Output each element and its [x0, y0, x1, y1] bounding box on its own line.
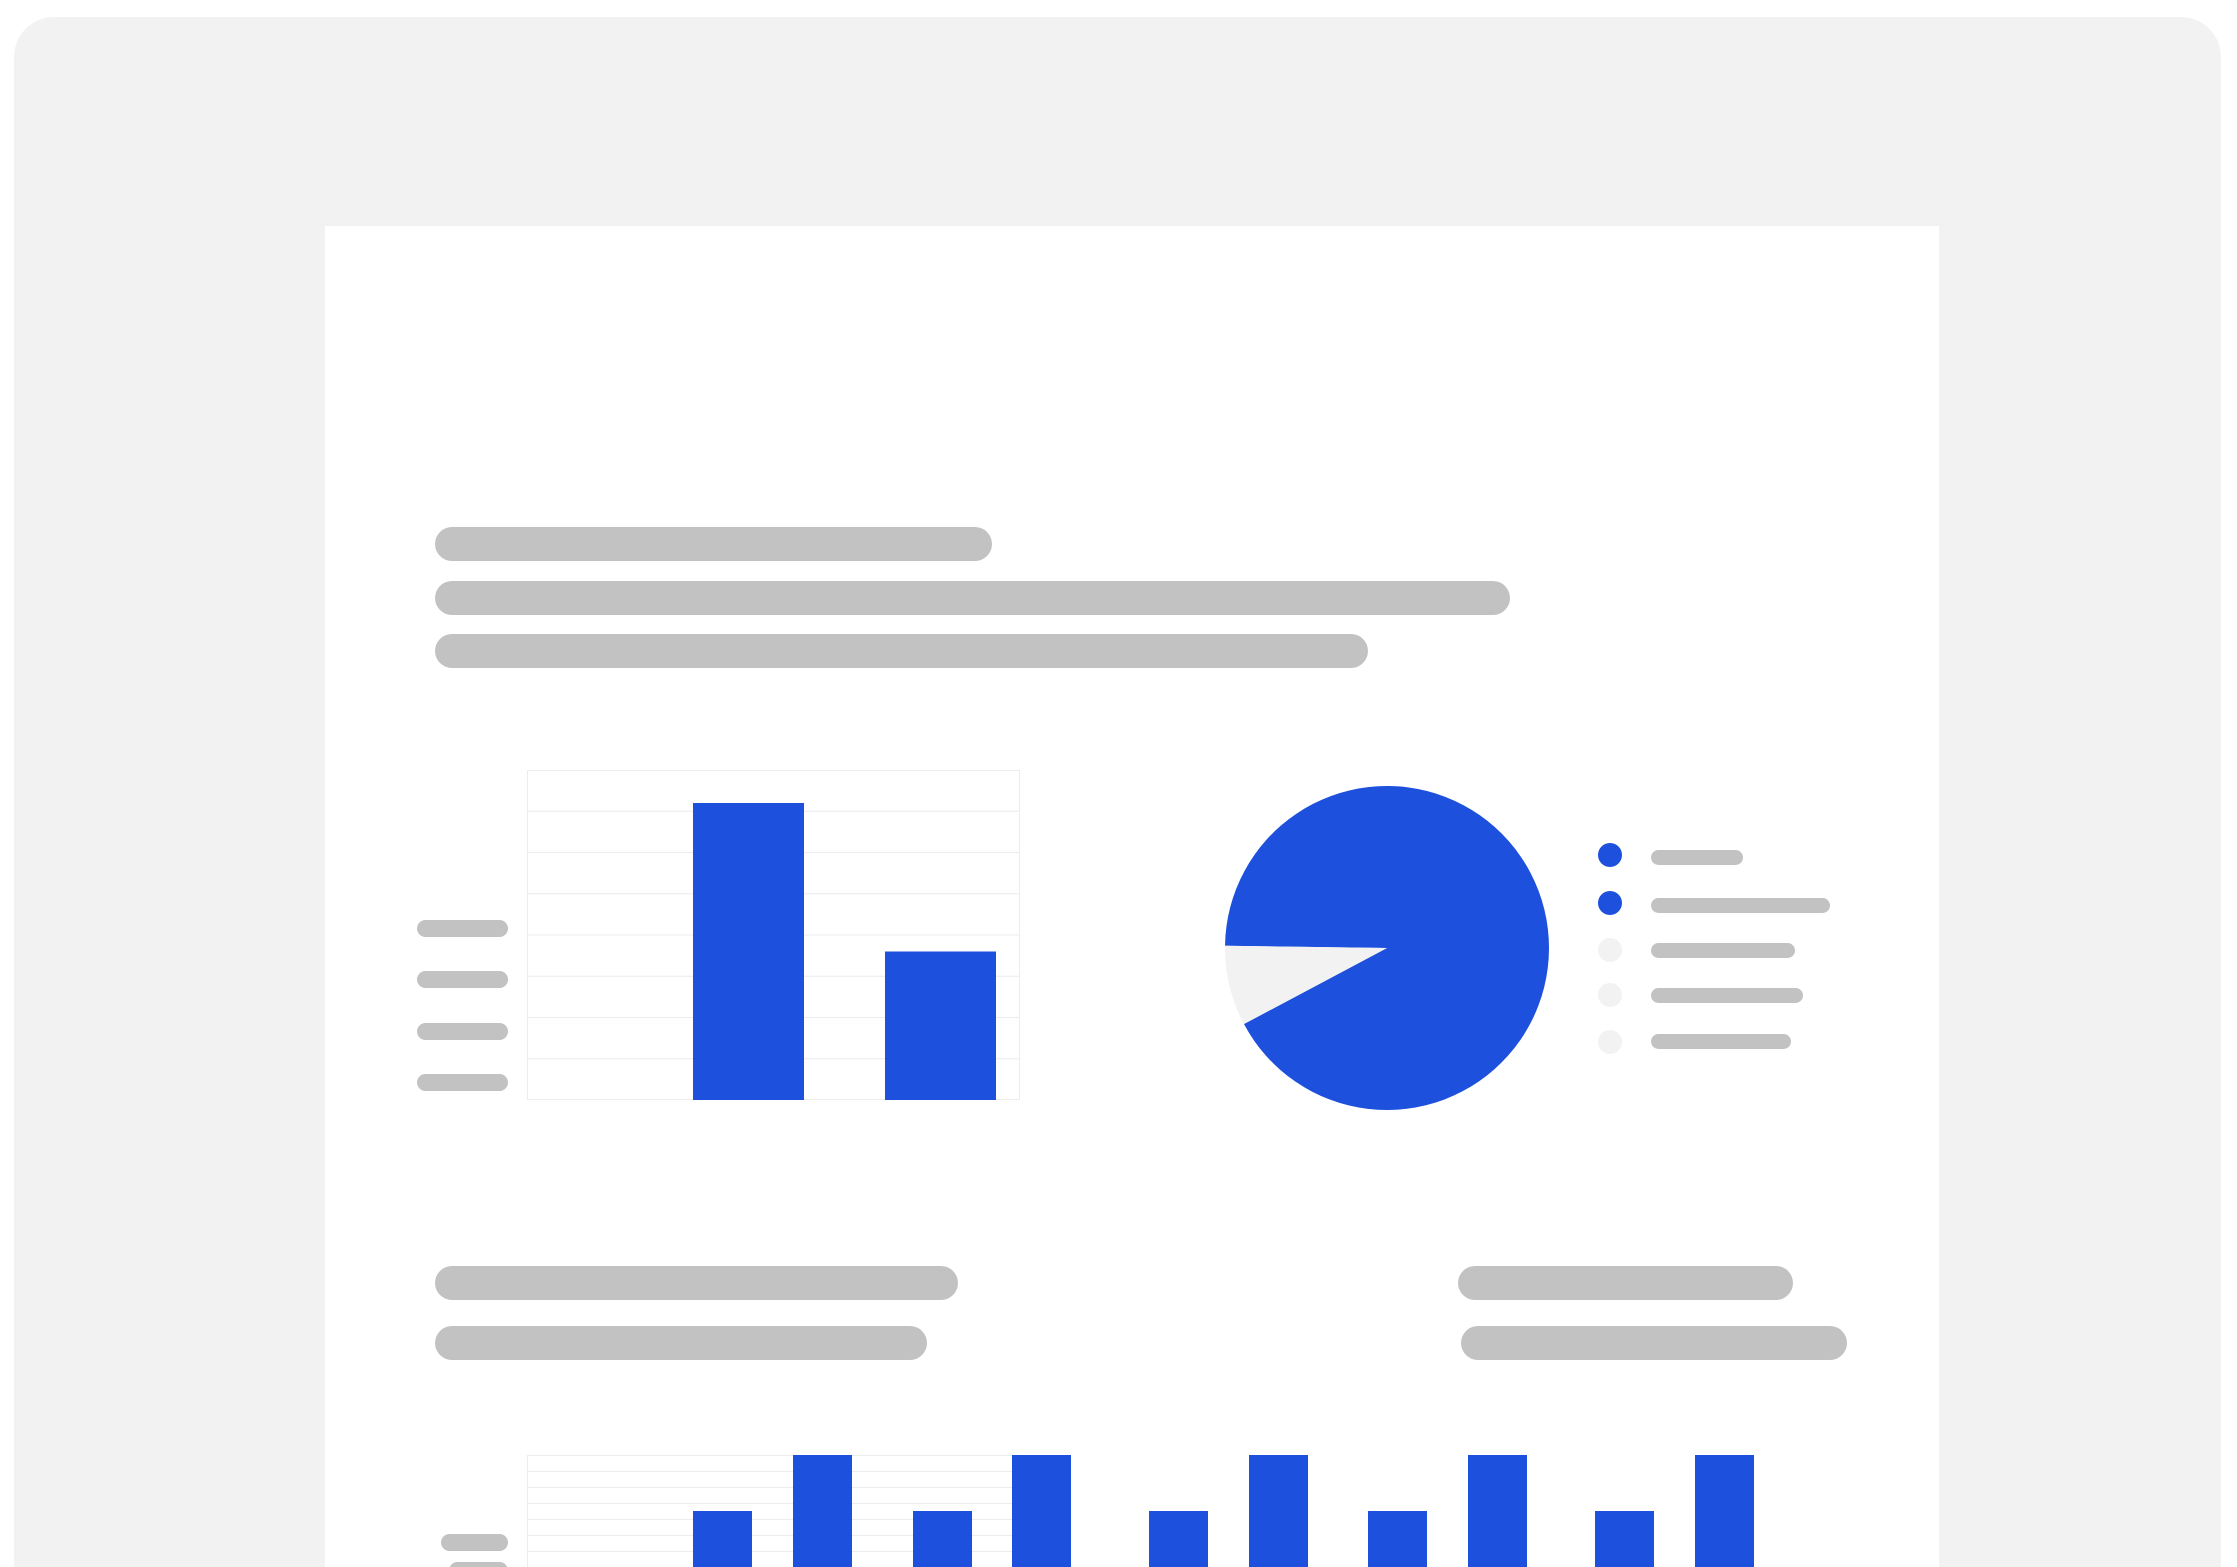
- legend-marker-icon: [1598, 1030, 1622, 1054]
- bar: [1368, 1511, 1427, 1567]
- bar: [913, 1511, 972, 1567]
- bar: [1468, 1455, 1527, 1567]
- legend-marker-icon: [1598, 983, 1622, 1007]
- intro-text-line-1: [435, 527, 992, 561]
- legend-label-placeholder: [1651, 1034, 1791, 1049]
- bar-chart-1-plot: [527, 770, 1020, 1100]
- document-page: [325, 226, 1939, 1567]
- window-frame: [14, 17, 2221, 1567]
- legend-marker-icon: [1598, 891, 1622, 915]
- intro-text-line-3: [435, 634, 1368, 668]
- pie-chart-plot: [1225, 786, 1549, 1110]
- bar: [1249, 1455, 1308, 1567]
- legend-marker-icon: [1598, 843, 1622, 867]
- bar: [1012, 1455, 1071, 1567]
- caption-right-line-2: [1461, 1326, 1847, 1360]
- bar: [1149, 1511, 1208, 1567]
- y-tick-label-placeholder: [417, 1074, 508, 1091]
- caption-left-line-1: [435, 1266, 958, 1300]
- y-tick-label-placeholder: [417, 971, 508, 988]
- legend-label-placeholder: [1651, 988, 1803, 1003]
- bar-chart-2-plot: [527, 1455, 1754, 1567]
- legend-marker-icon: [1598, 938, 1622, 962]
- y-tick-label-placeholder: [417, 1023, 508, 1040]
- y-tick-label-placeholder: [417, 920, 508, 937]
- bar: [693, 1511, 752, 1567]
- caption-right-line-1: [1458, 1266, 1793, 1300]
- legend-label-placeholder: [1651, 850, 1743, 865]
- y-tick-label-placeholder: [441, 1534, 508, 1551]
- intro-text-line-2: [435, 581, 1510, 615]
- bar: [1695, 1455, 1754, 1567]
- legend-label-placeholder: [1651, 898, 1830, 913]
- bar: [693, 803, 804, 1100]
- y-tick-label-placeholder: [449, 1562, 508, 1567]
- bar: [1595, 1511, 1654, 1567]
- bar: [793, 1455, 852, 1567]
- caption-left-line-2: [435, 1326, 927, 1360]
- legend-label-placeholder: [1651, 943, 1795, 958]
- bar: [885, 951, 996, 1100]
